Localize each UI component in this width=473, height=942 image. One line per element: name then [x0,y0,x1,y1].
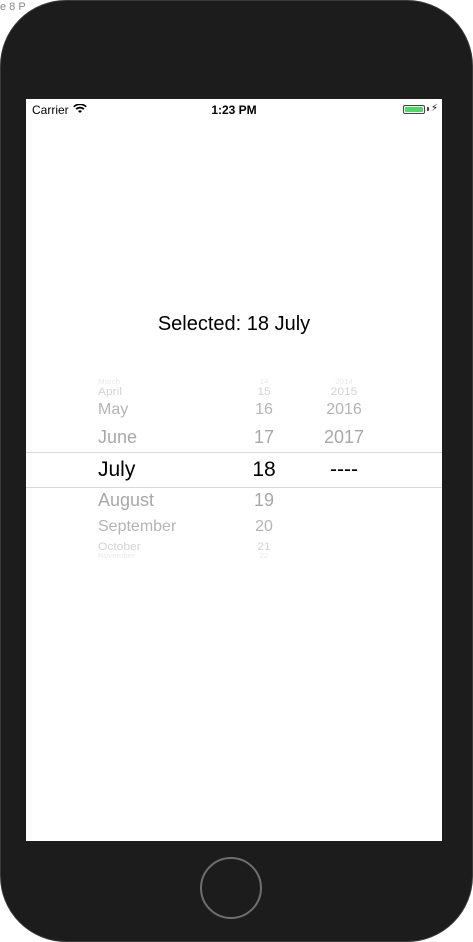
day-picker-item[interactable]: 19 [254,491,274,509]
day-picker-item[interactable]: 21 [257,540,270,551]
month-picker-item[interactable]: June [98,428,137,446]
year-picker-item[interactable]: ---- [330,459,358,480]
status-bar: Carrier 1:23 PM ⚡ [26,99,442,119]
day-picker-item[interactable]: 15 [257,385,270,396]
month-picker-item[interactable]: May [98,402,128,418]
month-picker-item[interactable]: November [98,552,135,559]
window-title: e 8 P [0,1,26,13]
battery-fill [404,106,423,112]
year-picker-item[interactable]: 2015 [331,385,358,396]
battery-group: ⚡ [402,103,438,114]
selected-date-label: Selected: 18 July [157,313,311,335]
status-time: 1:23 PM [211,103,257,117]
day-picker-item[interactable]: 17 [254,428,274,446]
day-picker-item[interactable]: 20 [255,519,273,535]
screen: Carrier 1:23 PM ⚡ Selected: 18 July Marc… [26,99,442,841]
month-picker-item[interactable]: July [98,459,135,480]
day-picker-item[interactable]: 18 [252,459,275,480]
year-picker-item[interactable]: 2016 [326,402,362,418]
month-picker-item[interactable]: August [98,491,154,509]
year-picker-item[interactable]: 2017 [324,428,364,446]
charging-bolt-icon: ⚡ [430,103,438,114]
battery-icon [402,104,425,114]
battery-cap [426,107,429,111]
month-picker-item[interactable]: April [98,385,122,396]
picker-selection-bottom-line [26,487,442,488]
month-picker-item[interactable]: September [98,519,176,535]
picker-selection-top-line [26,452,442,453]
day-picker-item[interactable]: 22 [260,552,269,559]
day-picker-item[interactable]: 16 [255,402,273,418]
month-picker-item[interactable]: October [98,540,141,551]
home-button[interactable] [200,857,262,919]
date-picker[interactable]: March April May June July August September Octo… [26,378,442,559]
